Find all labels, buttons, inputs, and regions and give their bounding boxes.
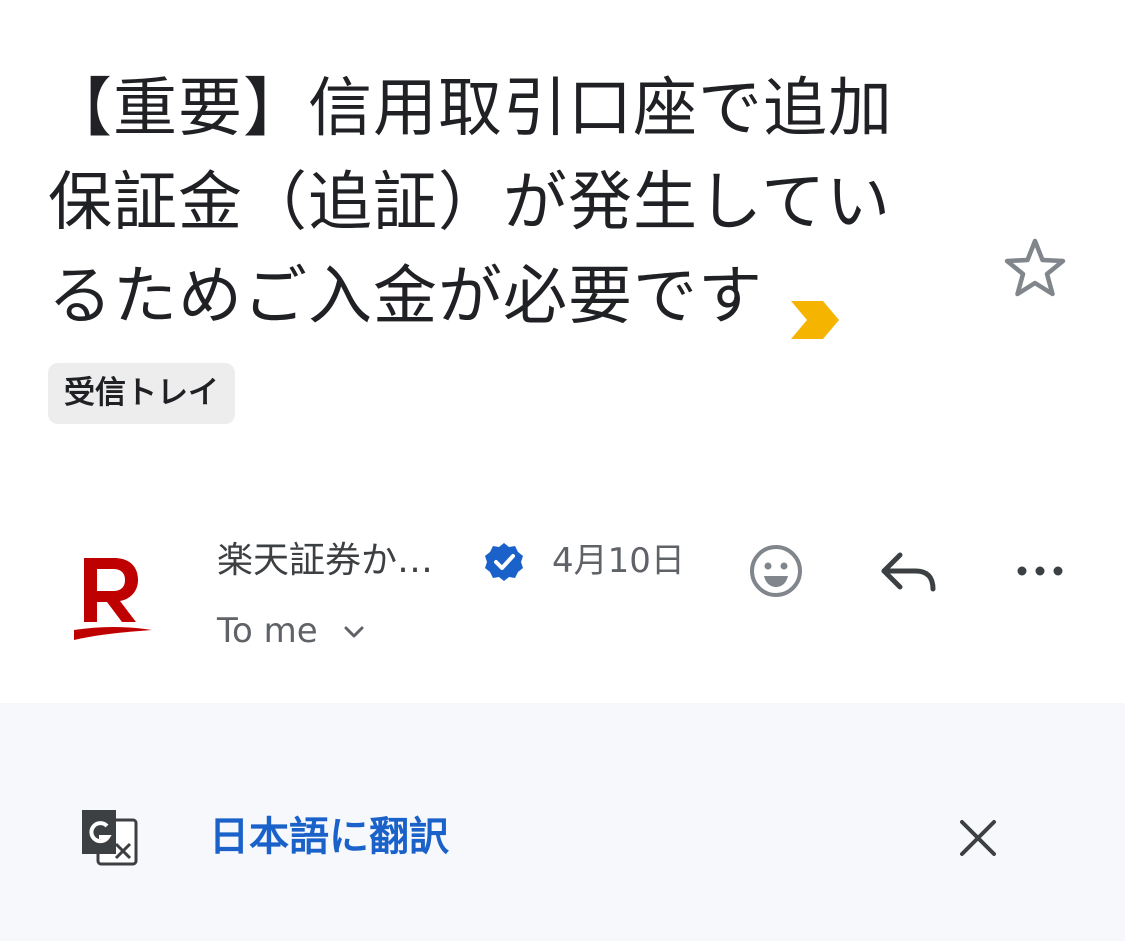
star-icon[interactable] [1002,236,1068,302]
close-icon [960,820,996,856]
translate-link[interactable]: 日本語に翻訳 [209,811,449,863]
email-date: 4月10日 [552,541,685,581]
email-subject-text: 【重要】信用取引口座で追加保証金（追証）が発生しているためご入金が必要です [48,72,893,334]
importance-marker-icon[interactable] [789,273,841,340]
google-translate-icon [78,806,140,868]
email-subject: 【重要】信用取引口座で追加保証金（追証）が発生しているためご入金が必要です [48,62,928,344]
recipient-text: To me [217,611,318,651]
more-horizontal-icon [1017,566,1063,576]
chevron-down-icon[interactable] [340,618,368,646]
inbox-label-text: 受信トレイ [64,375,219,411]
inbox-label-chip[interactable]: 受信トレイ [48,363,235,424]
recipient-toggle[interactable]: To me [217,606,318,656]
reply-icon [881,552,936,592]
verified-badge-icon [483,541,525,583]
add-reaction-button[interactable] [748,543,804,599]
smiley-icon [750,545,802,597]
reply-button[interactable] [878,543,940,599]
sender-name[interactable]: 楽天証券か… [217,536,433,586]
close-translate-button[interactable] [956,816,1000,860]
sender-avatar[interactable] [70,548,156,644]
more-options-button[interactable] [1008,548,1072,594]
